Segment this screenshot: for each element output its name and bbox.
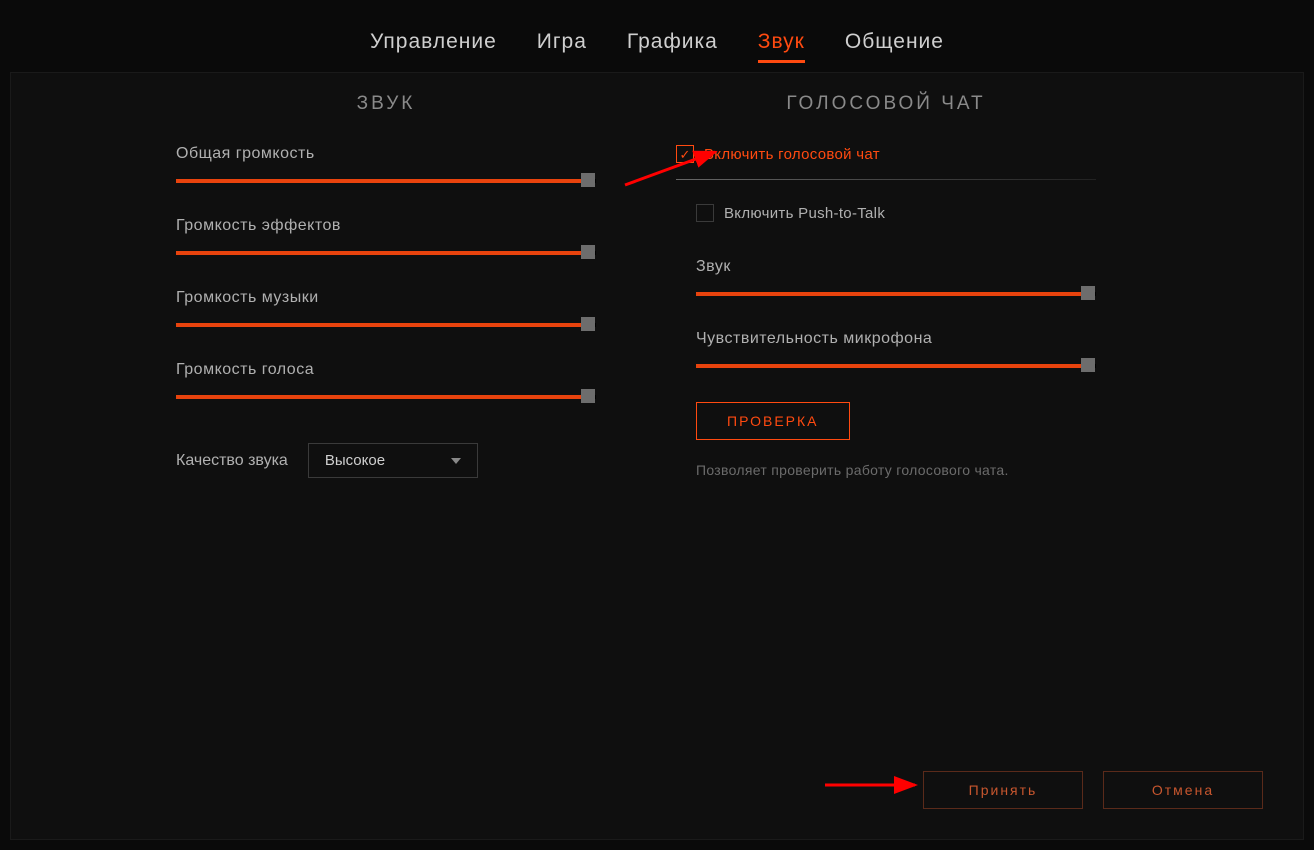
- settings-panel: ЗВУК Общая громкость Громкость эффектов …: [10, 72, 1304, 840]
- slider-row-voice: Громкость голоса: [176, 361, 596, 403]
- cancel-button[interactable]: Отмена: [1103, 771, 1263, 809]
- push-to-talk-label: Включить Push-to-Talk: [724, 205, 885, 222]
- sound-quality-value: Высокое: [325, 452, 385, 469]
- voice-chat-title: ГОЛОСОВОЙ ЧАТ: [676, 93, 1096, 115]
- slider-row-effects: Громкость эффектов: [176, 217, 596, 259]
- tab-communication[interactable]: Общение: [845, 30, 944, 63]
- effects-volume-slider[interactable]: [176, 245, 596, 259]
- test-voice-button[interactable]: ПРОВЕРКА: [696, 402, 850, 440]
- sound-column: ЗВУК Общая громкость Громкость эффектов …: [176, 93, 596, 478]
- slider-row-music: Громкость музыки: [176, 289, 596, 331]
- slider-row-vc-sound: Звук: [696, 258, 1096, 300]
- accept-button[interactable]: Принять: [923, 771, 1083, 809]
- music-volume-slider[interactable]: [176, 317, 596, 331]
- sound-quality-row: Качество звука Высокое: [176, 443, 596, 478]
- slider-label: Звук: [696, 258, 1096, 276]
- slider-label: Чувствительность микрофона: [696, 330, 1096, 348]
- mic-sensitivity-slider[interactable]: [696, 358, 1096, 372]
- slider-label: Громкость эффектов: [176, 217, 596, 235]
- sound-column-title: ЗВУК: [176, 93, 596, 115]
- master-volume-slider[interactable]: [176, 173, 596, 187]
- divider: [676, 179, 1096, 180]
- enable-voice-chat-row: ✓ Включить голосовой чат: [676, 145, 1096, 163]
- test-voice-hint: Позволяет проверить работу голосового ча…: [696, 462, 1096, 478]
- push-to-talk-checkbox[interactable]: [696, 204, 714, 222]
- chevron-down-icon: [451, 458, 461, 464]
- tab-game[interactable]: Игра: [537, 30, 587, 63]
- test-area: ПРОВЕРКА Позволяет проверить работу голо…: [696, 402, 1096, 478]
- slider-row-mic: Чувствительность микрофона: [696, 330, 1096, 372]
- enable-voice-chat-label: Включить голосовой чат: [704, 146, 880, 163]
- footer-buttons: Принять Отмена: [923, 771, 1263, 809]
- slider-label: Громкость музыки: [176, 289, 596, 307]
- voice-chat-column: ГОЛОСОВОЙ ЧАТ ✓ Включить голосовой чат В…: [676, 93, 1096, 478]
- sound-quality-dropdown[interactable]: Высокое: [308, 443, 478, 478]
- voice-volume-slider[interactable]: [176, 389, 596, 403]
- tab-graphics[interactable]: Графика: [627, 30, 718, 63]
- slider-row-master: Общая громкость: [176, 145, 596, 187]
- slider-label: Общая громкость: [176, 145, 596, 163]
- tab-sound[interactable]: Звук: [758, 30, 805, 63]
- voice-chat-sound-slider[interactable]: [696, 286, 1096, 300]
- slider-label: Громкость голоса: [176, 361, 596, 379]
- enable-voice-chat-checkbox[interactable]: ✓: [676, 145, 694, 163]
- checkmark-icon: ✓: [680, 148, 691, 161]
- sound-quality-label: Качество звука: [176, 452, 288, 470]
- push-to-talk-row: Включить Push-to-Talk: [696, 204, 1096, 222]
- tab-control[interactable]: Управление: [370, 30, 497, 63]
